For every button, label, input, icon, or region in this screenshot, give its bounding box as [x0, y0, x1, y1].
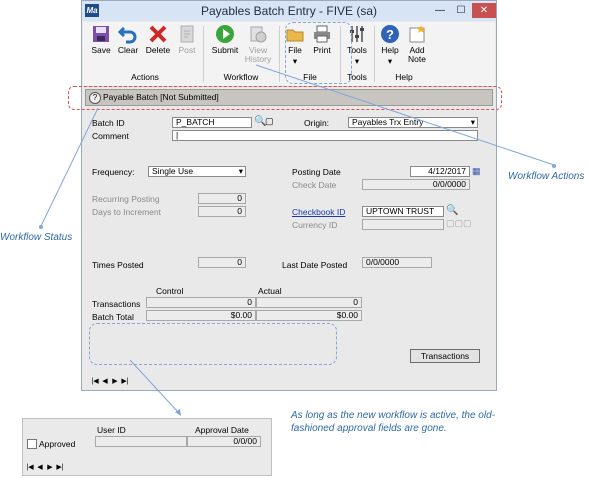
last-record-icon[interactable]: ▶| — [55, 462, 65, 474]
first-record-icon[interactable]: |◀ — [25, 462, 35, 474]
approval-date-label: Approval Date — [195, 425, 249, 435]
workflow-actions-line — [255, 64, 555, 166]
user-id-input[interactable] — [95, 436, 187, 447]
legacy-approval-panel: User ID Approval Date Approved 0/0/00 |◀… — [22, 418, 272, 476]
record-navigation: |◀ ◀ ▶ ▶| — [25, 461, 65, 473]
callout-dot — [552, 164, 556, 168]
workflow-actions-callout: Workflow Actions — [508, 171, 585, 182]
callout-lines — [39, 64, 556, 416]
workflow-status-line — [40, 107, 99, 227]
previous-record-icon[interactable]: ◀ — [35, 462, 45, 474]
explanation-note: As long as the new workflow is active, t… — [291, 410, 495, 434]
removed-fields-line — [129, 359, 179, 413]
approval-date-input[interactable]: 0/0/00 — [187, 436, 261, 447]
approved-label: Approved — [39, 439, 76, 449]
next-record-icon[interactable]: ▶ — [45, 462, 55, 474]
workflow-status-callout: Workflow Status — [0, 232, 73, 243]
callout-dot — [39, 225, 43, 229]
approved-checkbox[interactable] — [27, 439, 37, 449]
user-id-label: User ID — [97, 425, 126, 435]
